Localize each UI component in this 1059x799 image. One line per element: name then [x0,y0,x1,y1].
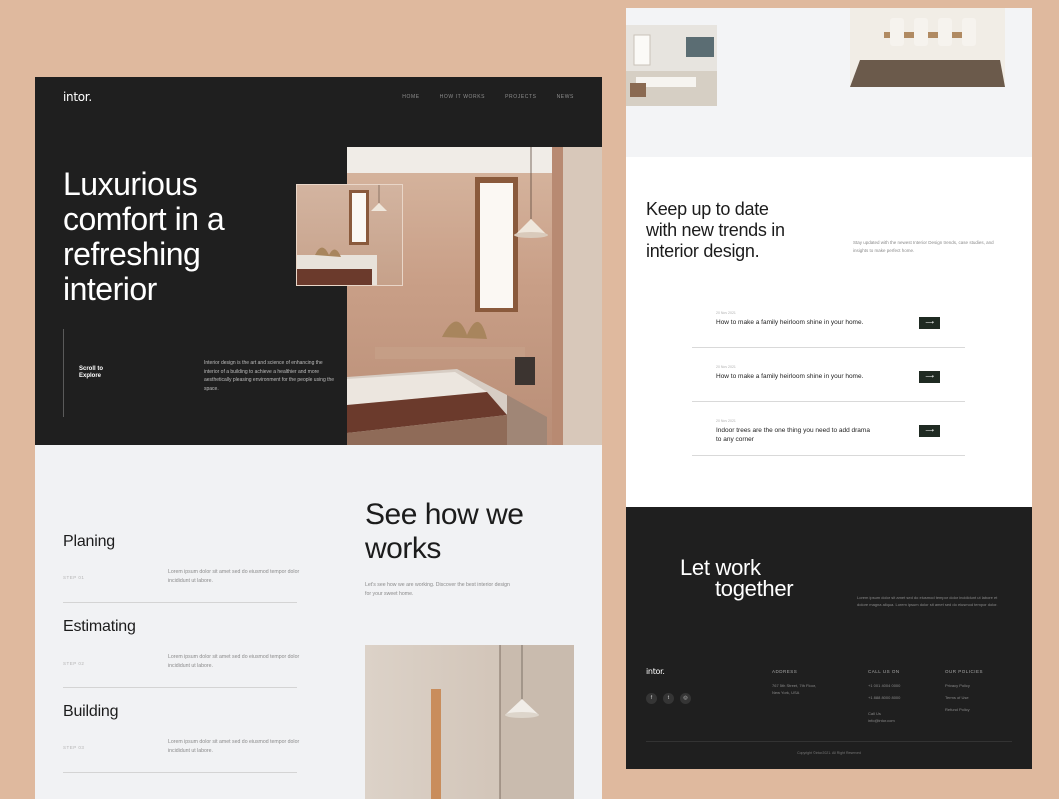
refund-policy-link[interactable]: Refund Policy [945,707,970,713]
scroll-label: Scroll to [79,366,104,372]
trends-heading: Keep up to date with new trends in inter… [646,199,785,262]
address-heading: ADDRESS [772,669,798,674]
social-links: f t ◎ [646,693,691,704]
dining-room-photo [850,8,1005,87]
hero-description: Interior design is the art and science o… [204,360,335,392]
article-title[interactable]: Indoor trees are the one thing you need … [716,426,876,444]
hero-title: Luxurious comfort in a refreshing interi… [63,166,225,307]
address-line: 767 5th Street, 7th Floor, [772,683,817,688]
read-more-arrow-button[interactable]: ⟶ [919,425,940,437]
nav-news[interactable]: NEWS [557,94,574,100]
trends-section: Keep up to date with new trends in inter… [626,157,1032,507]
article-date: 20 Nov 2021 [716,419,736,423]
step-divider [63,602,297,603]
read-more-arrow-button[interactable]: ⟶ [919,371,940,383]
nav-projects[interactable]: PROJECTS [505,94,536,100]
email-link[interactable]: info@intor.com [868,718,895,724]
scroll-divider [63,329,64,417]
landing-page-left: intor. HOME HOW IT WORKS PROJECTS NEWS L… [35,77,602,799]
step-divider [63,687,297,688]
phone-link[interactable]: +1 888 8000 8000 [868,695,900,701]
heading-line: interior design. [646,241,760,261]
phone-link[interactable]: +1 001 4004 0000 [868,683,900,689]
article-item[interactable]: 20 Nov 2021 Indoor trees are the one thi… [692,419,965,459]
trends-description: Stay updated with the newest Interior De… [853,240,994,253]
hero-title-line: interior [63,271,157,307]
article-item[interactable]: 20 Nov 2021 How to make a family heirloo… [692,311,965,351]
how-we-work-description: Let's see how we are working. Discover t… [365,582,510,597]
twitter-icon[interactable]: t [663,693,674,704]
read-more-arrow-button[interactable]: ⟶ [919,317,940,329]
scroll-to-explore[interactable]: Scroll to Explore [79,366,119,380]
call-us-heading: CALL US ON [868,669,900,674]
hero-section: intor. HOME HOW IT WORKS PROJECTS NEWS L… [35,77,602,445]
address-line: New York, USA [772,690,800,695]
step-description: Lorem ipsum dolor sit amet sed do eiusmo… [168,569,300,584]
hero-title-line: comfort in a [63,201,225,237]
article-date: 20 Nov 2021 [716,365,736,369]
article-divider [692,347,965,348]
step-title-building: Building [63,703,119,720]
terms-link[interactable]: Terms of Use [945,695,969,701]
living-room-photo [626,25,717,106]
how-we-work-heading: See how we works [365,498,524,566]
footer-divider [646,741,1012,742]
step-description: Lorem ipsum dolor sit amet sed do eiusmo… [168,739,300,754]
step-title-planing: Planing [63,533,115,550]
scroll-label: Explore [79,373,102,379]
step-description: Lorem ipsum dolor sit amet sed do eiusmo… [168,654,300,669]
cta-heading: together [715,576,794,601]
interior-photo [365,645,574,799]
bedroom-detail-photo [296,184,403,286]
facebook-icon[interactable]: f [646,693,657,704]
heading-line: works [365,532,441,565]
article-divider [692,401,965,402]
heading-line: Keep up to date [646,199,769,219]
article-date: 20 Nov 2021 [716,311,736,315]
step-title-estimating: Estimating [63,618,136,635]
cta-description: Lorem ipsum dolor sit amet sed do eiusmo… [857,595,998,607]
step-divider [63,772,297,773]
main-nav: HOME HOW IT WORKS PROJECTS NEWS [402,94,574,100]
hero-title-line: refreshing [63,236,201,272]
heading-line: See how we [365,498,524,531]
logo[interactable]: intor. [63,90,92,104]
nav-how-it-works[interactable]: HOW IT WORKS [440,94,485,100]
hero-title-line: Luxurious [63,166,198,202]
landing-page-right: Keep up to date with new trends in inter… [626,8,1032,769]
footer-logo[interactable]: intor. [646,667,665,676]
article-title[interactable]: How to make a family heirloom shine in y… [716,372,876,381]
privacy-policy-link[interactable]: Privacy Policy [945,683,970,689]
article-title[interactable]: How to make a family heirloom shine in y… [716,318,876,327]
policies-heading: OUR POLICIES [945,669,984,674]
step-number: STEP 02 [63,661,85,666]
nav-home[interactable]: HOME [402,94,419,100]
footer: Let work together Lorem ipsum dolor sit … [626,507,1032,769]
copyright: Copyright ©intor2021. All Right Reserved [797,751,861,755]
contact-label: Call Us [868,711,881,716]
step-number: STEP 01 [63,575,85,580]
instagram-icon[interactable]: ◎ [680,693,691,704]
article-divider [692,455,965,456]
step-number: STEP 03 [63,745,85,750]
heading-line: with new trends in [646,220,785,240]
article-item[interactable]: 20 Nov 2021 How to make a family heirloo… [692,365,965,405]
